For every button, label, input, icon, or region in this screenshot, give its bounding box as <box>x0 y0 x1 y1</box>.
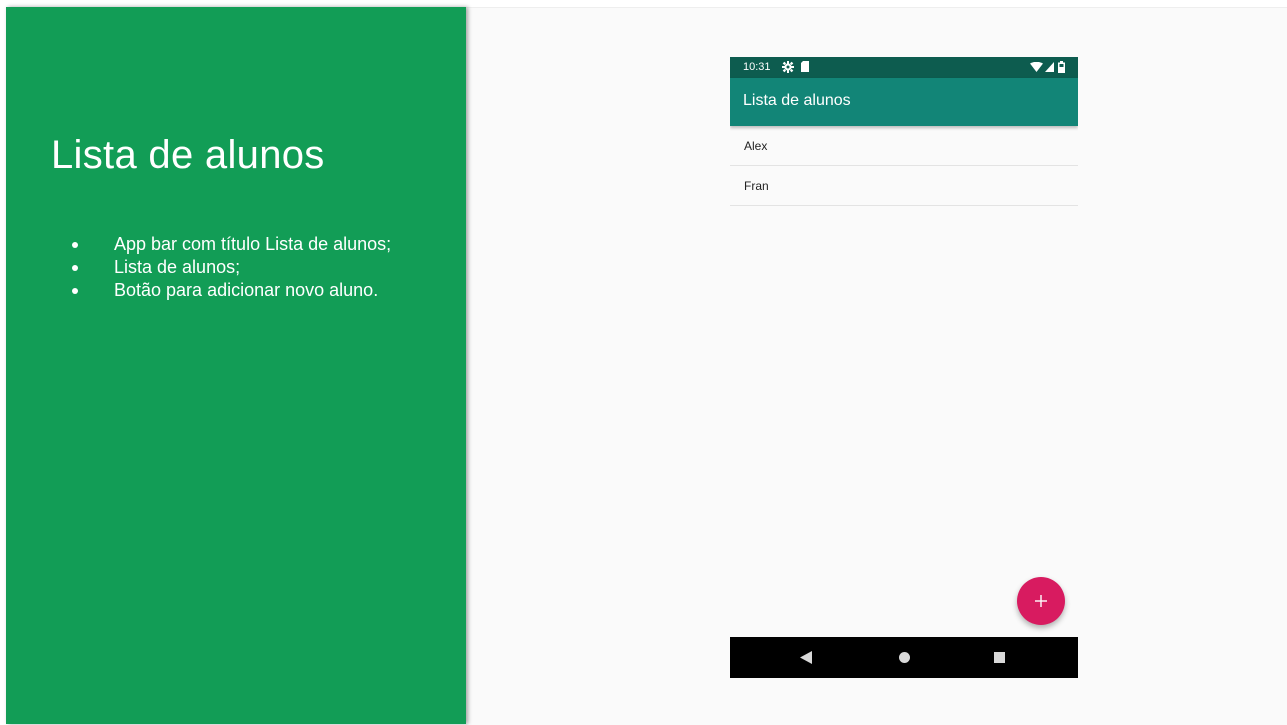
slide: Lista de alunos App bar com título Lista… <box>0 0 1287 725</box>
back-icon[interactable] <box>800 651 812 664</box>
student-list: Alex Fran <box>730 126 1078 206</box>
home-icon[interactable] <box>899 652 910 663</box>
bullet-text: Lista de alunos; <box>114 257 241 277</box>
gear-icon <box>782 61 794 73</box>
battery-icon <box>1058 61 1065 73</box>
app-bar-title: Lista de alunos <box>743 92 851 109</box>
bullet-dot-icon <box>72 265 78 271</box>
wifi-icon <box>1030 62 1043 72</box>
bullet-item: Lista de alunos; <box>51 256 411 279</box>
bullet-item: Botão para adicionar novo aluno. <box>51 279 411 302</box>
slide-title: Lista de alunos <box>51 133 325 177</box>
add-student-button[interactable] <box>1017 577 1065 625</box>
status-bar: 10:31 <box>730 57 1078 78</box>
recents-icon[interactable] <box>994 652 1005 663</box>
list-item[interactable]: Alex <box>730 126 1078 166</box>
list-item[interactable]: Fran <box>730 166 1078 206</box>
student-name: Fran <box>744 179 769 193</box>
bullet-dot-icon <box>72 288 78 294</box>
bullet-text: Botão para adicionar novo aluno. <box>114 280 379 300</box>
bullet-list: App bar com título Lista de alunos; List… <box>51 233 411 302</box>
status-time: 10:31 <box>743 61 771 73</box>
bullet-text: App bar com título Lista de alunos; <box>114 234 392 254</box>
app-bar: Lista de alunos <box>730 78 1078 126</box>
phone-screen: 10:31 Lista de alunos Alex Fran <box>730 57 1078 678</box>
bullet-dot-icon <box>72 242 78 248</box>
signal-icon <box>1045 62 1054 72</box>
slide-text-panel: Lista de alunos App bar com título Lista… <box>6 7 466 724</box>
student-name: Alex <box>744 139 768 153</box>
plus-icon <box>1035 595 1047 607</box>
sd-card-icon <box>801 61 809 72</box>
bullet-item: App bar com título Lista de alunos; <box>51 233 411 256</box>
navigation-bar <box>730 637 1078 678</box>
